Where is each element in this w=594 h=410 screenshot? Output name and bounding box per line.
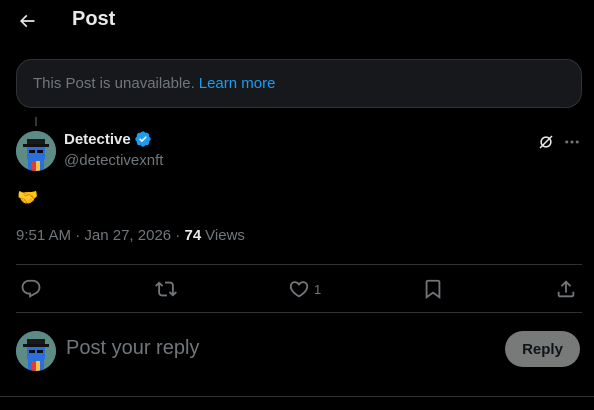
repost-icon	[155, 281, 177, 297]
user-avatar[interactable]	[16, 331, 56, 371]
reply-icon	[21, 279, 41, 298]
more-options-button[interactable]	[560, 130, 584, 154]
page-title: Post	[72, 8, 116, 30]
post-text: 🤝	[17, 188, 39, 207]
author-name[interactable]: Detective	[64, 131, 131, 148]
like-count: 1	[314, 281, 322, 297]
post-page: Post This Post is unavailable. Learn mor…	[0, 0, 594, 410]
back-button[interactable]	[12, 6, 42, 36]
avatar-image	[16, 131, 56, 171]
divider-top	[16, 264, 582, 265]
repost-action[interactable]	[155, 277, 181, 301]
bookmark-action[interactable]	[422, 277, 444, 301]
more-icon	[565, 140, 579, 144]
author-handle[interactable]: @detectivexnft	[64, 152, 163, 169]
banner-text: This Post is unavailable.	[33, 75, 195, 92]
post-time[interactable]: 9:51 AM	[16, 227, 71, 244]
post-meta: 9:51 AM · Jan 27, 2026 · 74 Views	[16, 227, 245, 244]
divider-bottom	[16, 312, 582, 313]
post-date[interactable]: Jan 27, 2026	[84, 227, 171, 244]
reply-action[interactable]	[20, 277, 46, 301]
like-icon	[289, 281, 309, 298]
reply-input[interactable]: Post your reply	[66, 337, 199, 360]
unavailable-banner: This Post is unavailable. Learn more	[16, 59, 582, 108]
like-action[interactable]: 1	[288, 277, 321, 301]
author-name-row: Detective	[64, 130, 152, 148]
avatar-image	[16, 331, 56, 371]
verified-badge-icon	[134, 130, 152, 148]
divider-footer	[0, 396, 594, 397]
share-icon	[557, 280, 575, 298]
bookmark-icon	[425, 279, 441, 300]
share-action[interactable]	[555, 277, 577, 301]
learn-more-link[interactable]: Learn more	[199, 75, 276, 92]
top-header: Post	[0, 0, 594, 42]
arrow-left-icon	[19, 14, 35, 28]
views-label: Views	[205, 227, 245, 244]
grok-icon	[539, 135, 553, 149]
grok-button[interactable]	[534, 130, 558, 154]
author-avatar[interactable]	[16, 131, 56, 171]
views-count: 74	[184, 227, 202, 244]
reply-button[interactable]: Reply	[505, 331, 580, 367]
thread-connector-line	[35, 117, 37, 126]
